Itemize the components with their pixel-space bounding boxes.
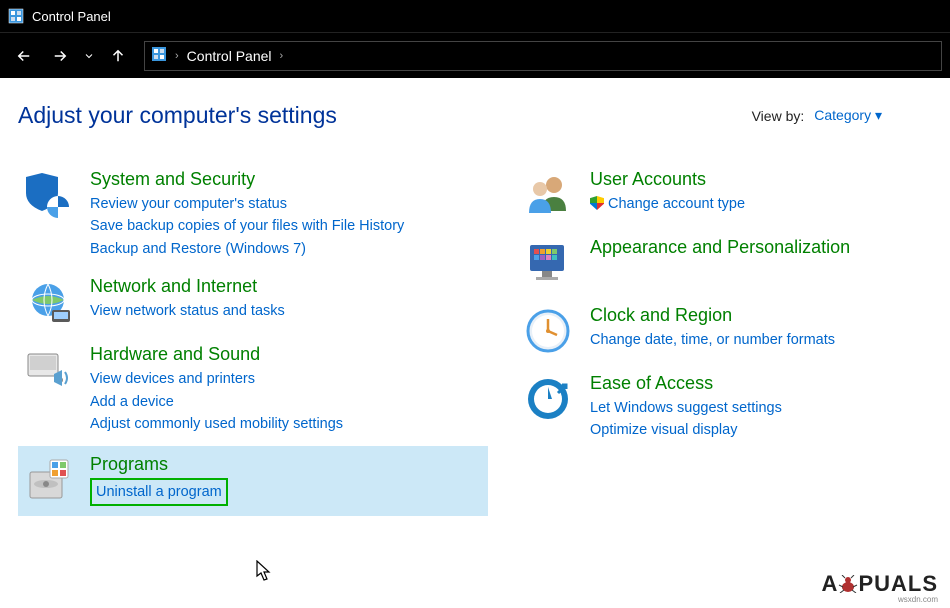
category-appearance-personalization: Appearance and Personalization bbox=[518, 231, 932, 299]
content-area: Adjust your computer's settings View by:… bbox=[0, 78, 950, 534]
ant-icon bbox=[838, 571, 858, 597]
recent-dropdown[interactable] bbox=[80, 40, 98, 72]
system-security-icon bbox=[22, 169, 74, 221]
view-by-control: View by: Category ▾ bbox=[752, 107, 882, 124]
category-title[interactable]: Clock and Region bbox=[590, 305, 928, 326]
user-accounts-icon bbox=[522, 169, 574, 221]
link-review-status[interactable]: Review your computer's status bbox=[90, 193, 484, 215]
address-location: Control Panel bbox=[187, 48, 272, 64]
link-suggest-settings[interactable]: Let Windows suggest settings bbox=[590, 397, 928, 419]
chevron-right-icon: › bbox=[175, 50, 179, 62]
programs-icon bbox=[22, 454, 74, 506]
watermark: APUALS wsxdn.com bbox=[822, 571, 938, 604]
view-by-label: View by: bbox=[752, 108, 805, 124]
category-title[interactable]: Network and Internet bbox=[90, 276, 484, 297]
page-title: Adjust your computer's settings bbox=[18, 102, 337, 129]
category-title[interactable]: Ease of Access bbox=[590, 373, 928, 394]
category-title[interactable]: Hardware and Sound bbox=[90, 344, 484, 365]
link-network-status[interactable]: View network status and tasks bbox=[90, 300, 484, 322]
network-internet-icon bbox=[22, 276, 74, 328]
categories-right-column: User Accounts Change account type bbox=[518, 163, 932, 516]
link-devices-printers[interactable]: View devices and printers bbox=[90, 368, 484, 390]
titlebar: Control Panel bbox=[0, 0, 950, 32]
link-uninstall-program[interactable]: Uninstall a program bbox=[96, 484, 222, 500]
category-title[interactable]: System and Security bbox=[90, 169, 484, 190]
ease-of-access-icon bbox=[522, 373, 574, 425]
category-title[interactable]: Appearance and Personalization bbox=[590, 237, 928, 258]
navigation-bar: › Control Panel › bbox=[0, 32, 950, 78]
category-title[interactable]: User Accounts bbox=[590, 169, 928, 190]
view-by-dropdown[interactable]: Category ▾ bbox=[814, 107, 882, 124]
cursor-icon bbox=[256, 560, 274, 582]
up-button[interactable] bbox=[102, 40, 134, 72]
category-clock-region: Clock and Region Change date, time, or n… bbox=[518, 299, 932, 367]
chevron-down-icon: ▾ bbox=[875, 107, 882, 123]
link-add-device[interactable]: Add a device bbox=[90, 391, 484, 413]
link-backup-restore[interactable]: Backup and Restore (Windows 7) bbox=[90, 238, 484, 260]
control-panel-icon bbox=[8, 8, 24, 24]
window-title: Control Panel bbox=[32, 9, 111, 24]
category-ease-of-access: Ease of Access Let Windows suggest setti… bbox=[518, 367, 932, 452]
link-mobility-settings[interactable]: Adjust commonly used mobility settings bbox=[90, 413, 484, 435]
chevron-right-icon: › bbox=[280, 50, 284, 62]
link-optimize-display[interactable]: Optimize visual display bbox=[590, 419, 928, 441]
forward-button[interactable] bbox=[44, 40, 76, 72]
address-icon bbox=[151, 46, 167, 65]
link-date-time-formats[interactable]: Change date, time, or number formats bbox=[590, 329, 928, 351]
clock-region-icon bbox=[522, 305, 574, 357]
categories-left-column: System and Security Review your computer… bbox=[18, 163, 488, 516]
category-programs: Programs Uninstall a program bbox=[18, 446, 488, 516]
link-file-history[interactable]: Save backup copies of your files with Fi… bbox=[90, 215, 484, 237]
category-network-internet: Network and Internet View network status… bbox=[18, 270, 488, 338]
category-user-accounts: User Accounts Change account type bbox=[518, 163, 932, 231]
header-row: Adjust your computer's settings View by:… bbox=[18, 102, 932, 129]
category-title[interactable]: Programs bbox=[90, 454, 484, 475]
link-change-account-type[interactable]: Change account type bbox=[590, 193, 928, 215]
category-hardware-sound: Hardware and Sound View devices and prin… bbox=[18, 338, 488, 445]
appearance-icon bbox=[522, 237, 574, 289]
back-button[interactable] bbox=[8, 40, 40, 72]
category-system-security: System and Security Review your computer… bbox=[18, 163, 488, 270]
address-bar[interactable]: › Control Panel › bbox=[144, 41, 942, 71]
hardware-sound-icon bbox=[22, 344, 74, 396]
categories-grid: System and Security Review your computer… bbox=[18, 163, 932, 516]
